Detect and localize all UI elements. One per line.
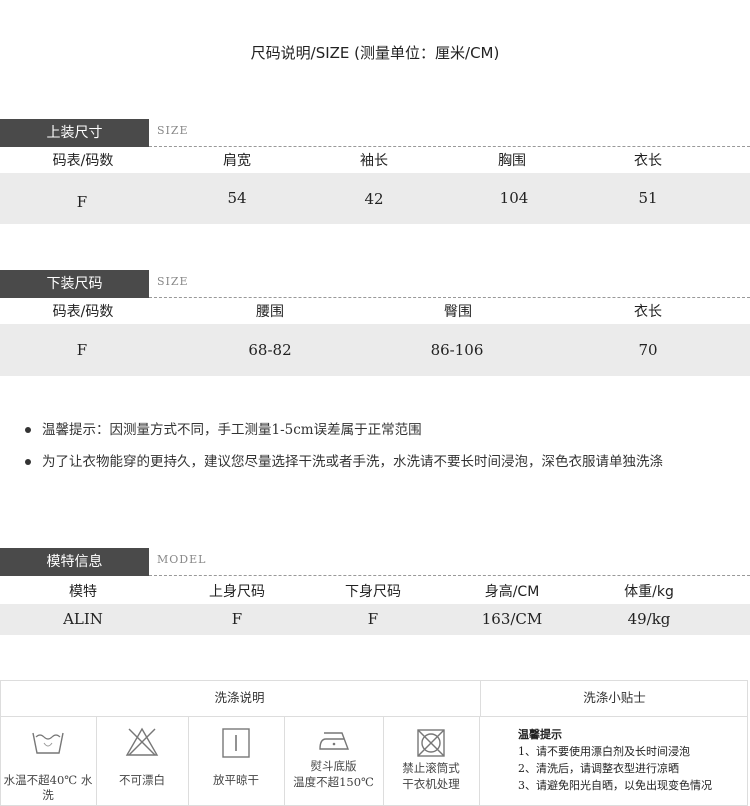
value-cell: 104 [499, 189, 529, 207]
header-cell: 胸围 [498, 153, 526, 169]
header-cell: 衣长 [634, 153, 662, 169]
bullet-dot [25, 459, 31, 465]
icon-caption: 不可漂白 [119, 773, 165, 787]
tip-item: 1、请不要使用漂白剂及长时间浸泡 [518, 745, 690, 758]
wash-title: 洗涤说明 [214, 690, 265, 705]
value-cell: F [231, 610, 243, 628]
bottom-size-value-row: F 68-82 86-106 70 [0, 324, 750, 376]
value-cell: 68-82 [248, 341, 292, 359]
section-label: 模特信息 [0, 548, 149, 576]
value-cell: F [367, 610, 379, 628]
header-cell: 袖长 [360, 153, 388, 169]
divider [149, 575, 750, 576]
header-cell: 肩宽 [223, 153, 251, 169]
bullet-dot [25, 427, 31, 433]
value-cell: 54 [227, 189, 247, 207]
tip-item: 3、请避免阳光自晒，以免出现变色情况 [518, 779, 712, 792]
icon-caption: 干衣机处理 [402, 777, 460, 791]
model-section-header: 模特信息 MODEL [0, 548, 750, 576]
list-item: 温馨提示：因测量方式不同，手工测量1-5cm误差属于正常范围 [22, 417, 663, 449]
header-cell: 模特 [69, 584, 97, 600]
top-size-value-row: F 54 42 104 51 [0, 173, 750, 224]
flat-dry-icon [222, 728, 250, 758]
no-bleach-icon [125, 727, 159, 756]
value-cell: 42 [364, 190, 384, 208]
icon-caption: 放平晾干 [213, 773, 259, 787]
value-cell: 49/kg [627, 610, 671, 628]
wash-instructions-panel: 洗涤说明 洗涤小贴士 水温不超40℃ 水洗 不可漂白 放平晾干 熨斗底版 温度不… [0, 680, 750, 806]
header-cell: 上身尺码 [209, 584, 265, 600]
icon-caption: 熨斗底版 [310, 759, 357, 773]
header-cell: 衣长 [634, 304, 662, 320]
notes-list: 温馨提示：因测量方式不同，手工测量1-5cm误差属于正常范围 为了让衣物能穿的更… [22, 417, 663, 481]
value-cell: ALIN [63, 610, 103, 628]
icon-caption: 温度不超150℃ [293, 775, 374, 789]
section-label: 下装尺码 [0, 270, 149, 298]
header-cell: 腰围 [256, 304, 284, 320]
wash-tips-title: 洗涤小贴士 [480, 680, 748, 716]
section-sub-label: SIZE [157, 124, 189, 137]
note-text: 温馨提示：因测量方式不同，手工测量1-5cm误差属于正常范围 [42, 422, 422, 438]
section-label: 上装尺寸 [0, 119, 149, 147]
wash-icon-cell: 熨斗底版 温度不超150℃ [284, 717, 384, 805]
icon-caption: 水温不超40℃ 水洗 [3, 773, 93, 802]
header-cell: 臀围 [444, 304, 472, 320]
header-cell: 身高/CM [484, 584, 540, 600]
header-cell: 码表/码数 [52, 304, 114, 320]
wash-icon-cell: 水温不超40℃ 水洗 [0, 717, 97, 805]
tips-heading: 温馨提示 [518, 728, 562, 741]
wash-icon-cell: 放平晾干 [188, 717, 285, 805]
tip-item: 2、清洗后，请调整衣型进行凉晒 [518, 762, 679, 775]
list-item: 为了让衣物能穿的更持久，建议您尽量选择干洗或者手洗，水洗请不要长时间浸泡，深色衣… [22, 449, 663, 481]
wash-tips: 温馨提示 1、请不要使用漂白剂及长时间浸泡 2、清洗后，请调整衣型进行凉晒 3、… [479, 716, 747, 805]
wash-basin-icon [32, 732, 64, 754]
header-cell: 码表/码数 [52, 153, 114, 169]
value-cell: 51 [638, 189, 658, 207]
header-cell: 体重/kg [624, 584, 674, 600]
note-text: 为了让衣物能穿的更持久，建议您尽量选择干洗或者手洗，水洗请不要长时间浸泡，深色衣… [42, 454, 663, 470]
value-cell: 86-106 [430, 341, 484, 359]
section-sub-label: SIZE [157, 275, 189, 288]
wash-icons-row: 水温不超40℃ 水洗 不可漂白 放平晾干 熨斗底版 温度不超150℃ 禁止滚筒式… [0, 716, 479, 805]
value-cell: 70 [638, 341, 658, 359]
icon-caption: 禁止滚筒式 [402, 761, 460, 775]
bottom-size-section-header: 下装尺码 SIZE [0, 270, 750, 298]
divider [149, 297, 750, 298]
value-cell: 163/CM [481, 610, 543, 628]
iron-icon [318, 732, 349, 750]
no-tumble-dry-icon [417, 729, 445, 757]
page-title: 尺码说明/SIZE (测量单位：厘米/CM) [250, 44, 500, 62]
model-value-row: ALIN F F 163/CM 49/kg [0, 604, 750, 635]
wash-icon-cell: 禁止滚筒式 干衣机处理 [383, 717, 479, 805]
value-cell: F [76, 341, 88, 359]
value-cell: F [76, 193, 88, 211]
section-sub-label: MODEL [157, 553, 207, 566]
divider [149, 146, 750, 147]
top-size-section-header: 上装尺寸 SIZE [0, 119, 750, 147]
wash-icon-cell: 不可漂白 [96, 717, 189, 805]
header-cell: 下身尺码 [345, 584, 401, 600]
